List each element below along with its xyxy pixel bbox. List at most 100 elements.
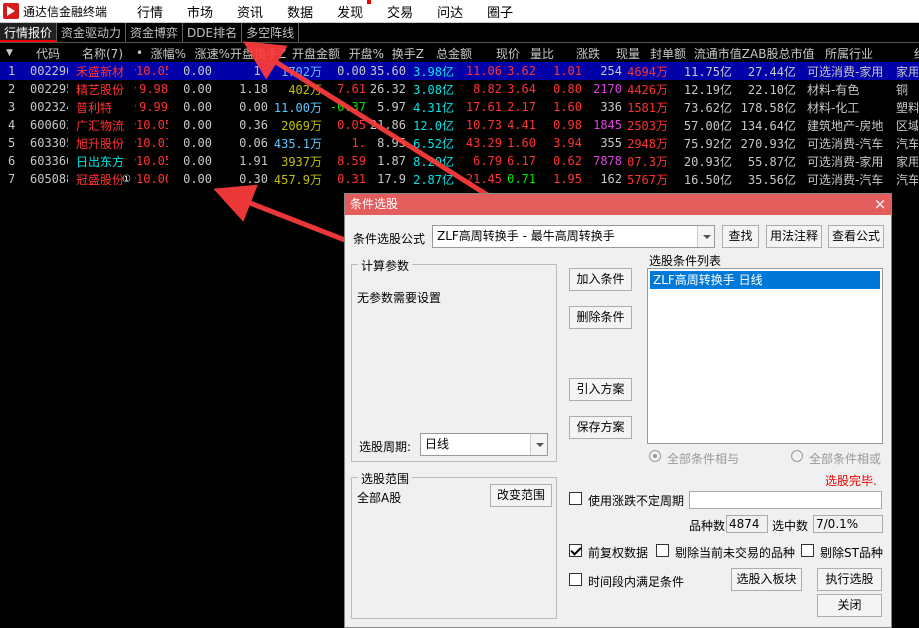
cell-seal-amount: 2948万 xyxy=(627,136,668,151)
cell-pct: 10.05 xyxy=(136,154,168,168)
menu-item-faxian[interactable]: 发现 xyxy=(325,0,375,21)
cell-volume-ratio: 6.17 xyxy=(507,154,536,168)
tab-long-short[interactable]: 多空阵线 xyxy=(242,23,300,42)
col-header-open-pct[interactable]: 开盘% xyxy=(340,45,384,62)
tab-fund-game[interactable]: 资金博弈 xyxy=(126,23,184,42)
formula-select[interactable]: ZLF高周转换手 - 最牛高周转换手 xyxy=(432,225,715,248)
cell-index: 2 xyxy=(8,82,16,96)
col-header-total-amount[interactable]: 总金额 xyxy=(424,45,472,62)
menu-item-hangqing[interactable]: 行情 xyxy=(125,2,175,21)
cell-speed: 0.00 xyxy=(183,100,212,114)
col-header-turnover[interactable]: 换手Z xyxy=(384,45,424,62)
exclude-st-checkbox[interactable] xyxy=(801,544,814,557)
import-plan-button[interactable]: 引入方案 xyxy=(569,378,632,401)
cell-index: 1 xyxy=(8,64,16,78)
col-header-name[interactable]: 名称(7) xyxy=(62,45,134,62)
change-range-button[interactable]: 改变范围 xyxy=(490,484,552,507)
range-value: 全部A股 xyxy=(357,491,402,505)
table-row[interactable]: 7605088冠盛股份①•10.000.000.30457.9万0.3117.9… xyxy=(0,170,919,188)
col-header-open-amount[interactable]: 开盘金额 xyxy=(286,45,340,62)
table-row[interactable]: 4600603广汇物流•10.050.000.362069万0.0521.861… xyxy=(0,116,919,134)
menu-item-shichang[interactable]: 市场 xyxy=(175,2,225,21)
table-row[interactable]: 1002290禾盛新材•10.050.001.1702万0.0035.603.9… xyxy=(0,62,919,80)
col-header-total-cap[interactable]: AB股总市值 xyxy=(750,45,814,62)
dialog-title: 条件选股 xyxy=(350,197,399,211)
uncertain-period-input[interactable] xyxy=(689,491,882,509)
cell-code: 600603 xyxy=(30,118,68,132)
col-header-volume-ratio[interactable]: 量比 xyxy=(520,45,554,62)
col-header-subindustry[interactable]: 细分 xyxy=(906,45,919,62)
save-plan-button[interactable]: 保存方案 xyxy=(569,416,632,439)
table-body: 1002290禾盛新材•10.050.001.1702万0.0035.603.9… xyxy=(0,62,919,188)
params-text: 无参数需要设置 xyxy=(357,291,442,305)
all-or-radio[interactable] xyxy=(791,450,803,462)
add-condition-button[interactable]: 加入条件 xyxy=(569,268,632,291)
chevron-down-icon[interactable] xyxy=(697,226,714,247)
col-header-seal-amount[interactable]: 封单额 xyxy=(640,45,686,62)
menu-item-zixun[interactable]: 资讯 xyxy=(225,2,275,21)
period-chevron-icon[interactable] xyxy=(530,434,547,455)
cell-open-pct: 0.05 xyxy=(337,118,366,132)
tab-quotes[interactable]: 行情报价 xyxy=(0,23,58,42)
dialog-close-button[interactable]: 关闭 xyxy=(817,594,882,617)
view-formula-button[interactable]: 查看公式 xyxy=(828,225,884,248)
menu-item-shuju[interactable]: 数据 xyxy=(275,2,325,21)
cell-open-amount: 3937万 xyxy=(281,154,322,169)
all-and-label: 全部条件相与 xyxy=(667,452,740,466)
table-row[interactable]: 5603305旭升股份•10.010.000.06435.1万1.8.956.5… xyxy=(0,134,919,152)
app-logo-icon xyxy=(3,3,19,19)
to-board-button[interactable]: 选股入板块 xyxy=(731,568,802,591)
col-header-code[interactable]: 代码 xyxy=(18,45,62,62)
cell-open-amount: 11.00万 xyxy=(273,100,322,115)
tab-dde-rank[interactable]: DDE排名 xyxy=(183,23,243,42)
cell-industry: 可选消费-汽车 xyxy=(807,136,884,151)
col-header-open-turnover[interactable]: 开盘换手Z xyxy=(230,45,286,62)
find-button[interactable]: 查找 xyxy=(722,225,759,248)
condition-list[interactable]: ZLF高周转换手 日线 xyxy=(647,268,883,444)
col-header-current-vol[interactable]: 现量 xyxy=(600,45,640,62)
menu-item-quanzi[interactable]: 圈子 xyxy=(475,2,525,21)
cell-open-turnover: 0.30 xyxy=(239,172,268,186)
execute-button[interactable]: 执行选股 xyxy=(817,568,882,591)
cell-seal-amount: 2503万 xyxy=(627,118,668,133)
cell-current-vol: 1845 xyxy=(593,118,622,132)
delete-condition-button[interactable]: 删除条件 xyxy=(569,306,632,329)
cell-pct: 9.98 xyxy=(139,82,168,96)
condition-list-item[interactable]: ZLF高周转换手 日线 xyxy=(650,271,880,289)
cell-total-amount: 6.52亿 xyxy=(413,136,454,151)
exclude-no-trade-checkbox[interactable] xyxy=(656,544,669,557)
table-row[interactable]: 3002324普利特•9.990.000.0011.00万-0.375.974.… xyxy=(0,98,919,116)
cell-index: 7 xyxy=(8,172,16,186)
cell-total-amount: 12.0亿 xyxy=(413,118,454,133)
cell-name: 精艺股份 xyxy=(76,82,125,97)
col-header-speed[interactable]: 涨速% xyxy=(186,45,230,62)
table-row[interactable]: 2002295精艺股份•9.980.001.18402万7.6126.323.0… xyxy=(0,80,919,98)
uncertain-period-checkbox[interactable] xyxy=(569,492,582,505)
menu-item-jiaoyi[interactable]: 交易 xyxy=(375,2,425,21)
cell-total-cap: 55.87亿 xyxy=(747,154,796,169)
col-header-dot[interactable]: • xyxy=(134,46,150,60)
pre-adjust-checkbox[interactable] xyxy=(569,544,582,557)
cell-index: 5 xyxy=(8,136,16,150)
tab-fund-drive[interactable]: 资金驱动力 xyxy=(57,23,127,42)
sort-arrow-icon[interactable]: ▼ xyxy=(0,48,18,58)
usage-button[interactable]: 用法注释 xyxy=(766,225,822,248)
condition-selection-dialog: 条件选股 × 条件选股公式 ZLF高周转换手 - 最牛高周转换手 查找 用法注释… xyxy=(344,193,892,628)
cell-code: 605088 xyxy=(30,172,68,186)
col-header-change[interactable]: 涨跌 xyxy=(554,45,600,62)
cell-name: 广汇物流 xyxy=(76,118,125,133)
col-header-float-cap[interactable]: 流通市值Z xyxy=(686,45,750,62)
menu-item-wenda[interactable]: 问达 xyxy=(425,2,475,21)
time-satisfy-checkbox[interactable] xyxy=(569,573,582,586)
col-header-pct[interactable]: 涨幅% xyxy=(150,45,186,62)
col-header-price[interactable]: 现价 xyxy=(472,45,520,62)
cell-volume-ratio: 4.41 xyxy=(507,118,536,132)
all-and-radio[interactable] xyxy=(649,450,661,462)
table-row[interactable]: 6603366日出东方•10.050.001.913937万8.591.878.… xyxy=(0,152,919,170)
cell-open-amount: 457.9万 xyxy=(273,172,322,187)
cell-price: 10.73 xyxy=(465,118,502,132)
close-icon[interactable]: × xyxy=(869,194,891,215)
period-select[interactable]: 日线 xyxy=(420,433,548,456)
col-header-industry[interactable]: 所属行业 xyxy=(814,45,906,62)
cell-volume-ratio: 0.71 xyxy=(507,172,536,186)
